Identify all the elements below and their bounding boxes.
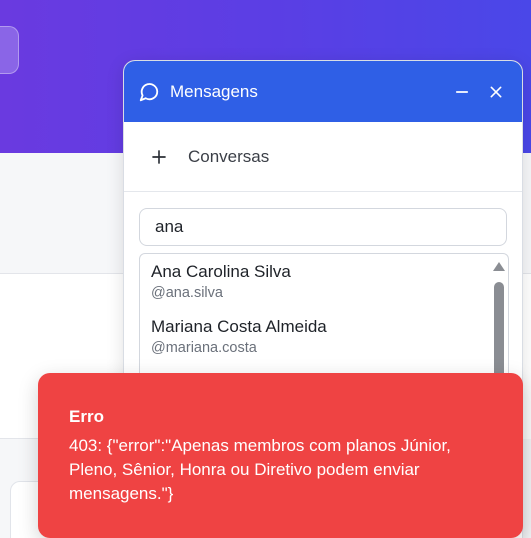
chat-header: Mensagens xyxy=(124,61,522,122)
result-name: Ana Carolina Silva xyxy=(151,262,291,281)
result-name: Mariana Costa Almeida xyxy=(151,317,327,336)
search-result-item[interactable]: Mariana Costa Almeida @mariana.costa xyxy=(140,309,508,364)
toast-message: 403: {"error":"Apenas membros com planos… xyxy=(69,436,451,503)
search-result-item[interactable]: Ana Carolina Silva @ana.silva xyxy=(140,254,508,309)
scroll-up-arrow-icon[interactable] xyxy=(493,262,505,271)
scroll-thumb[interactable] xyxy=(494,282,504,382)
result-handle: @ana.silva xyxy=(151,285,223,301)
chat-title: Mensagens xyxy=(170,81,258,101)
new-conversation-label: Conversas xyxy=(188,146,270,166)
close-icon xyxy=(488,84,504,100)
new-conversation-button[interactable]: Conversas xyxy=(124,122,522,192)
minimize-button[interactable] xyxy=(450,80,474,104)
result-handle: @mariana.costa xyxy=(151,340,257,356)
chat-bubble-icon xyxy=(138,81,160,103)
plus-icon xyxy=(150,148,168,166)
minimize-icon xyxy=(453,83,471,101)
close-button[interactable] xyxy=(484,80,508,104)
search-container xyxy=(124,192,522,246)
error-toast[interactable]: Erro 403: {"error":"Apenas membros com p… xyxy=(38,373,523,538)
header-button-fragment[interactable] xyxy=(0,26,19,74)
toast-title: Erro xyxy=(69,407,104,426)
user-search-input[interactable] xyxy=(139,208,507,246)
